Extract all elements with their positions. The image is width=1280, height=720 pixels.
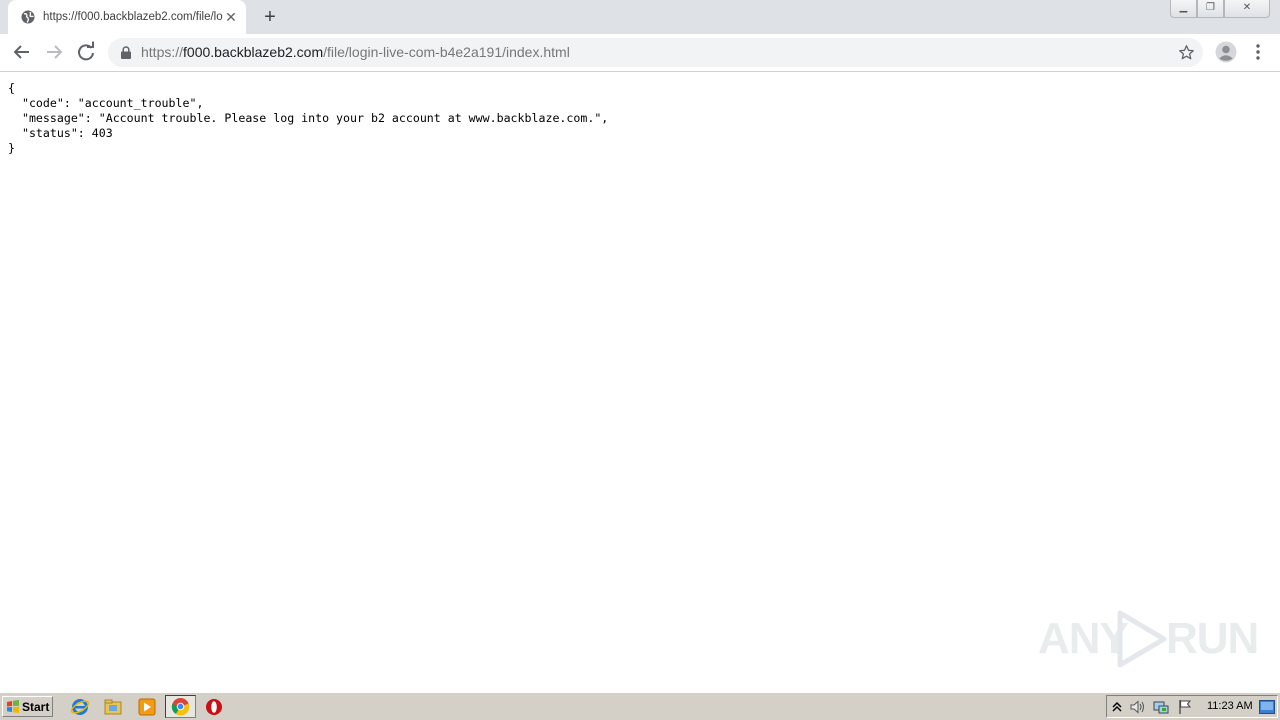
json-line: "code": "account_trouble", — [8, 96, 204, 110]
plus-icon: + — [264, 6, 276, 28]
minimize-icon[interactable]: ▁ — [1170, 0, 1197, 18]
media-player-icon[interactable] — [137, 697, 157, 717]
volume-icon[interactable] — [1129, 699, 1145, 715]
kebab-menu-icon[interactable] — [1250, 41, 1266, 63]
chrome-taskbar-button[interactable] — [165, 695, 196, 718]
tab-title: https://f000.backblazeb2.com/file/login-… — [43, 11, 223, 23]
new-tab-button[interactable]: + — [259, 7, 281, 29]
json-line: "message": "Account trouble. Please log … — [8, 111, 609, 125]
forward-arrow-icon[interactable] — [42, 40, 66, 64]
play-logo-icon — [1117, 610, 1167, 668]
browser-tab[interactable]: https://f000.backblazeb2.com/file/login-… — [8, 0, 246, 34]
close-window-icon[interactable]: ✕ — [1224, 0, 1270, 18]
action-center-flag-icon[interactable] — [1177, 699, 1193, 715]
url-text[interactable]: https://f000.backblazeb2.com/file/login-… — [141, 44, 570, 61]
page-content: { "code": "account_trouble", "message": … — [0, 72, 1280, 692]
star-icon[interactable] — [1178, 44, 1195, 61]
back-arrow-icon[interactable] — [10, 40, 34, 64]
taskbar: Start 11:23 AM — [0, 692, 1280, 720]
url-host: f000.backblazeb2.com — [183, 44, 324, 60]
opera-icon[interactable] — [204, 697, 224, 717]
chrome-icon — [171, 697, 190, 716]
lock-icon[interactable] — [120, 46, 132, 59]
close-icon[interactable]: ✕ — [223, 9, 239, 25]
reload-icon[interactable] — [74, 40, 98, 64]
url-scheme: https:// — [141, 44, 184, 60]
restore-icon[interactable]: ❐ — [1197, 0, 1224, 18]
url-path: /file/login-live-com-b4e2a191/index.html — [323, 44, 570, 60]
json-response: { "code": "account_trouble", "message": … — [8, 81, 608, 156]
show-hidden-icons-icon[interactable] — [1109, 699, 1125, 715]
windows-flag-icon — [7, 700, 19, 713]
clock[interactable]: 11:23 AM — [1207, 700, 1253, 712]
watermark-text-left: ANY — [1038, 614, 1129, 663]
globe-icon — [21, 10, 35, 24]
browser-toolbar: https://f000.backblazeb2.com/file/login-… — [0, 34, 1280, 72]
profile-icon[interactable] — [1215, 41, 1237, 63]
anyrun-watermark: ANY RUN — [1038, 608, 1259, 670]
tab-strip: https://f000.backblazeb2.com/file/login-… — [0, 0, 1280, 34]
json-line: } — [8, 141, 15, 155]
show-desktop-icon[interactable] — [1259, 700, 1275, 714]
address-bar[interactable]: https://f000.backblazeb2.com/file/login-… — [108, 38, 1203, 67]
network-icon[interactable] — [1153, 699, 1169, 715]
internet-explorer-icon[interactable] — [70, 697, 90, 717]
start-button[interactable]: Start — [2, 696, 53, 717]
file-explorer-icon[interactable] — [103, 697, 123, 717]
json-line: "status": 403 — [8, 126, 113, 140]
window-controls: ▁ ❐ ✕ — [1170, 0, 1270, 18]
json-line: { — [8, 81, 15, 95]
watermark-text-right: RUN — [1166, 614, 1259, 663]
start-label: Start — [22, 700, 50, 714]
system-tray: 11:23 AM — [1106, 695, 1278, 718]
